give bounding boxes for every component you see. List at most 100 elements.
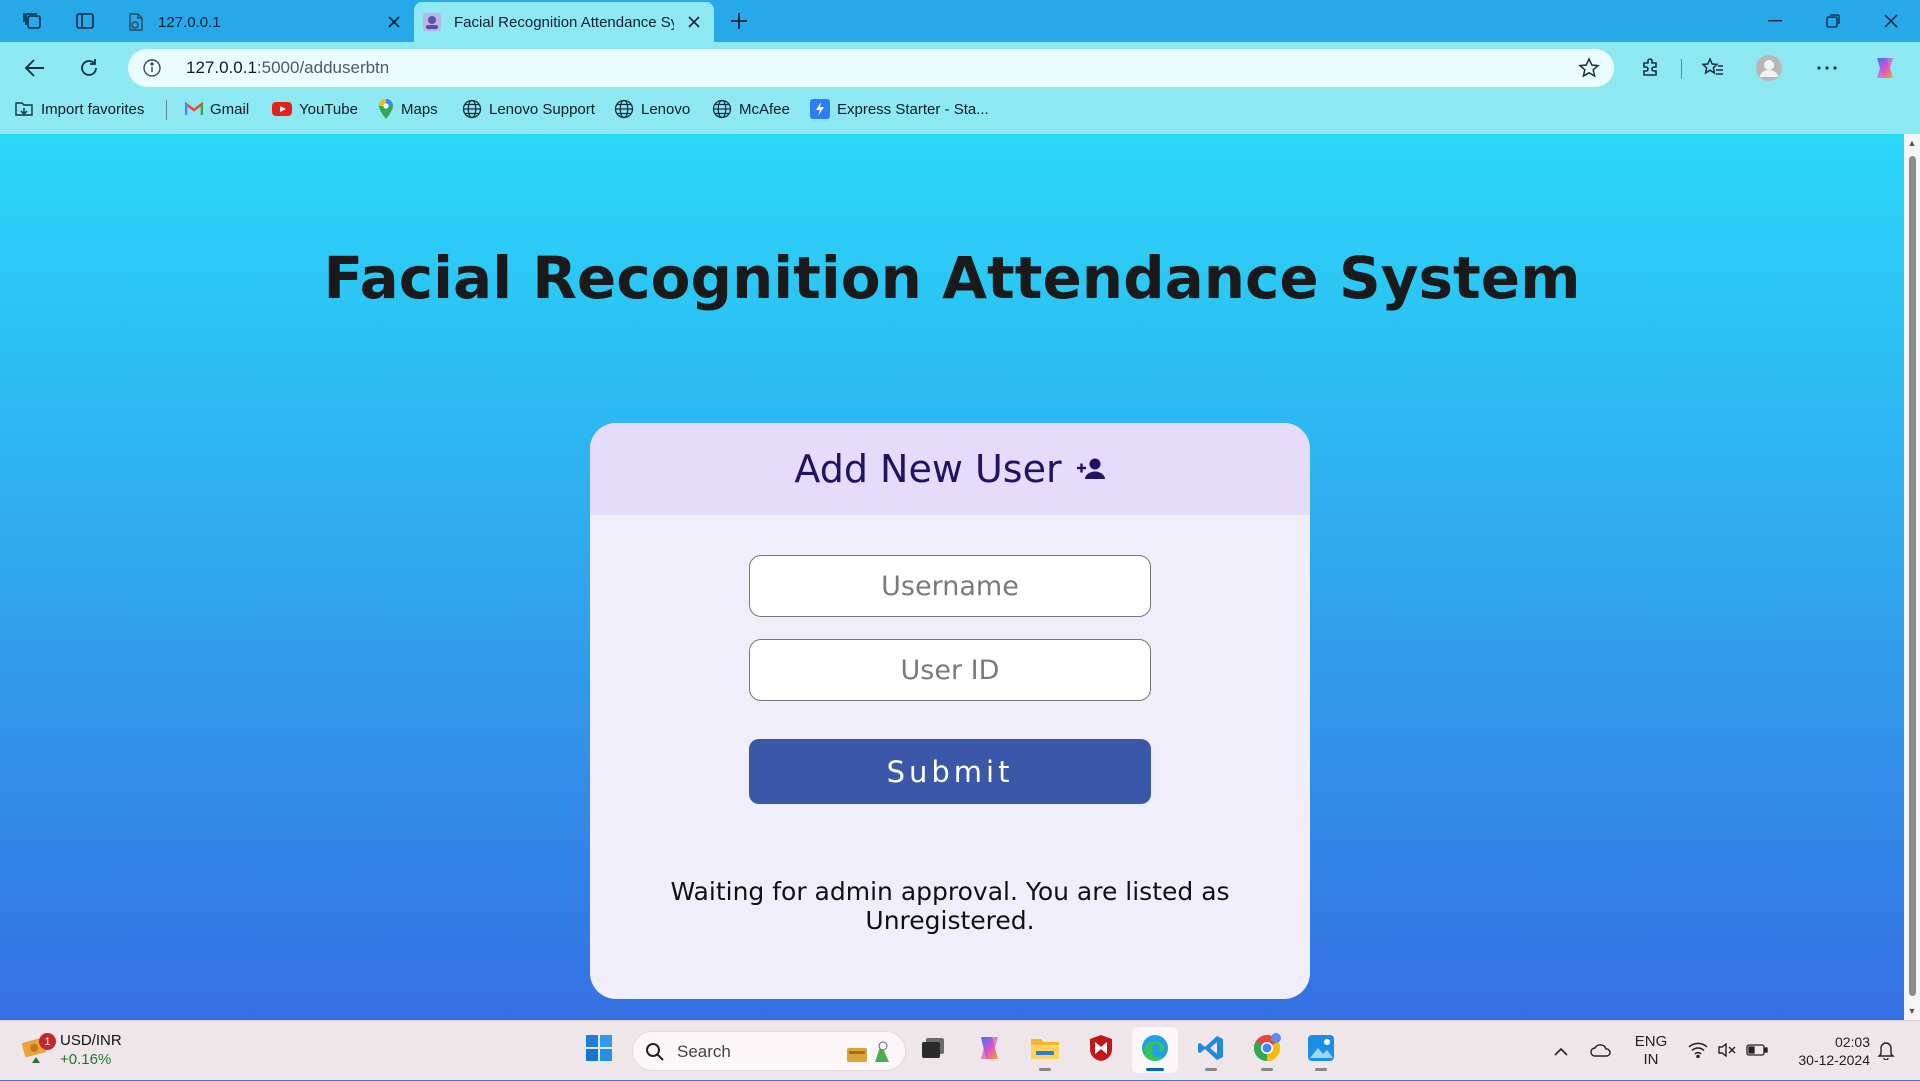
tab-title: 127.0.0.1 [158, 13, 221, 31]
edge-icon [1140, 1033, 1170, 1068]
vscode-app[interactable] [1188, 1027, 1234, 1073]
browser-tab-strip: 127.0.0.1 Facial Recognition Attendance … [0, 0, 1920, 42]
volume-muted-icon [1717, 1042, 1737, 1061]
search-label: Search [677, 1042, 731, 1061]
volume-tray[interactable] [1714, 1021, 1740, 1081]
running-indicator [1039, 1068, 1051, 1071]
favorite-star-icon[interactable] [1578, 57, 1600, 79]
running-indicator [1146, 1068, 1164, 1071]
folder-icon [1030, 1035, 1060, 1066]
back-icon[interactable] [16, 49, 54, 87]
language-line2: IN [1643, 1051, 1659, 1068]
bell-icon [1877, 1040, 1895, 1063]
bookmark-label: Gmail [210, 100, 250, 118]
clock-date: 30-12-2024 [1798, 1052, 1870, 1068]
battery-icon [1746, 1043, 1768, 1059]
globe-icon [614, 99, 634, 119]
add-user-card: Add New User Submit Waiting for admin ap… [590, 423, 1310, 999]
vscode-icon [1197, 1034, 1225, 1067]
card-header: Add New User [590, 423, 1310, 515]
page-viewport: Facial Recognition Attendance System Add… [0, 134, 1904, 1020]
onedrive-tray[interactable] [1586, 1021, 1616, 1081]
chevron-up-icon [1554, 1043, 1568, 1059]
new-tab-icon[interactable] [722, 6, 756, 36]
bookmark-mcafee[interactable]: McAfee [712, 90, 790, 128]
copilot-icon[interactable] [1866, 49, 1904, 87]
bookmark-lenovo-support[interactable]: Lenovo Support [462, 90, 595, 128]
globe-icon [712, 99, 732, 119]
more-options-icon[interactable] [1808, 49, 1846, 87]
wifi-tray[interactable] [1684, 1021, 1712, 1081]
file-explorer-app[interactable] [1022, 1027, 1068, 1073]
bookmark-label: Import favorites [41, 100, 145, 118]
tab-title: Facial Recognition Attendance Sys [454, 13, 674, 31]
site-favicon-icon [422, 12, 442, 32]
bookmark-maps[interactable]: Maps [378, 90, 438, 128]
bookmark-lenovo[interactable]: Lenovo [614, 90, 690, 128]
bookmark-label: Lenovo Support [489, 100, 595, 118]
maps-icon [378, 99, 394, 119]
taskbar-search[interactable]: Search [632, 1031, 906, 1071]
url-text[interactable]: 127.0.0.1:5000/adduserbtn [186, 58, 389, 78]
bookmark-label: McAfee [739, 100, 790, 118]
clock[interactable]: 02:03 30-12-2024 [1782, 1021, 1870, 1081]
scroll-thumb[interactable] [1909, 156, 1916, 996]
currency-widget[interactable]: 1 USD/INR +0.16% [20, 1031, 122, 1069]
windows-taskbar: 1 USD/INR +0.16% Search ENG IN 02:03 30-… [0, 1020, 1920, 1080]
favorites-icon[interactable] [1694, 49, 1732, 87]
mcafee-app[interactable] [1078, 1027, 1124, 1073]
bookmark-label: Maps [401, 100, 438, 118]
toolbar-divider [1681, 59, 1682, 79]
search-highlight-icon [845, 1038, 895, 1071]
address-bar[interactable]: 127.0.0.1:5000/adduserbtn [128, 49, 1614, 87]
restore-icon[interactable] [1804, 0, 1862, 42]
bookmark-import-favorites[interactable]: Import favorites [14, 90, 144, 128]
language-line1: ENG [1634, 1033, 1668, 1050]
mcafee-icon [1088, 1034, 1114, 1067]
photos-icon [1307, 1034, 1335, 1067]
extensions-icon[interactable] [1632, 49, 1670, 87]
cloud-icon [1590, 1043, 1612, 1060]
close-window-icon[interactable] [1862, 0, 1920, 42]
import-favorites-icon [14, 100, 34, 118]
globe-icon [462, 99, 482, 119]
notifications-tray[interactable] [1872, 1021, 1900, 1081]
input-language[interactable]: ENG IN [1628, 1021, 1674, 1081]
scroll-down-icon[interactable]: ▼ [1907, 1006, 1917, 1016]
running-indicator [1205, 1068, 1217, 1071]
task-view-button[interactable] [910, 1027, 956, 1073]
user-id-field[interactable] [749, 639, 1151, 701]
username-field[interactable] [749, 555, 1151, 617]
bookmark-express-starter[interactable]: Express Starter - Sta... [810, 90, 989, 128]
workspaces-icon[interactable] [16, 6, 50, 36]
bookmark-label: Lenovo [641, 100, 691, 118]
tab-actions-icon[interactable] [68, 6, 102, 36]
chrome-app[interactable] [1244, 1027, 1290, 1073]
tab-localhost[interactable]: 127.0.0.1 [118, 2, 414, 42]
windows-logo-icon [586, 1034, 612, 1066]
page-icon [126, 12, 146, 32]
battery-tray[interactable] [1742, 1021, 1772, 1081]
minimize-icon[interactable] [1746, 0, 1804, 42]
photos-app[interactable] [1298, 1027, 1344, 1073]
site-info-icon[interactable] [142, 58, 162, 78]
close-icon[interactable] [384, 12, 404, 32]
bookmark-gmail[interactable]: Gmail [185, 90, 249, 128]
tab-facial-recognition[interactable]: Facial Recognition Attendance Sys [414, 2, 714, 42]
copilot-app[interactable] [966, 1027, 1012, 1073]
scroll-up-icon[interactable]: ▲ [1907, 138, 1917, 148]
running-indicator [1261, 1068, 1273, 1071]
refresh-icon[interactable] [70, 49, 108, 87]
bookmark-label: YouTube [299, 100, 358, 118]
close-icon[interactable] [684, 12, 704, 32]
submit-button[interactable]: Submit [749, 739, 1151, 804]
wifi-icon [1688, 1042, 1708, 1061]
url-host: 127.0.0.1 [186, 58, 257, 77]
start-button[interactable] [576, 1027, 622, 1073]
bookmark-youtube[interactable]: YouTube [272, 90, 358, 128]
chrome-icon [1252, 1032, 1282, 1068]
edge-app[interactable] [1132, 1027, 1178, 1073]
profile-avatar-icon[interactable] [1750, 49, 1788, 87]
show-hidden-icons[interactable] [1548, 1021, 1574, 1081]
page-scrollbar[interactable]: ▲ ▼ [1904, 134, 1920, 1020]
